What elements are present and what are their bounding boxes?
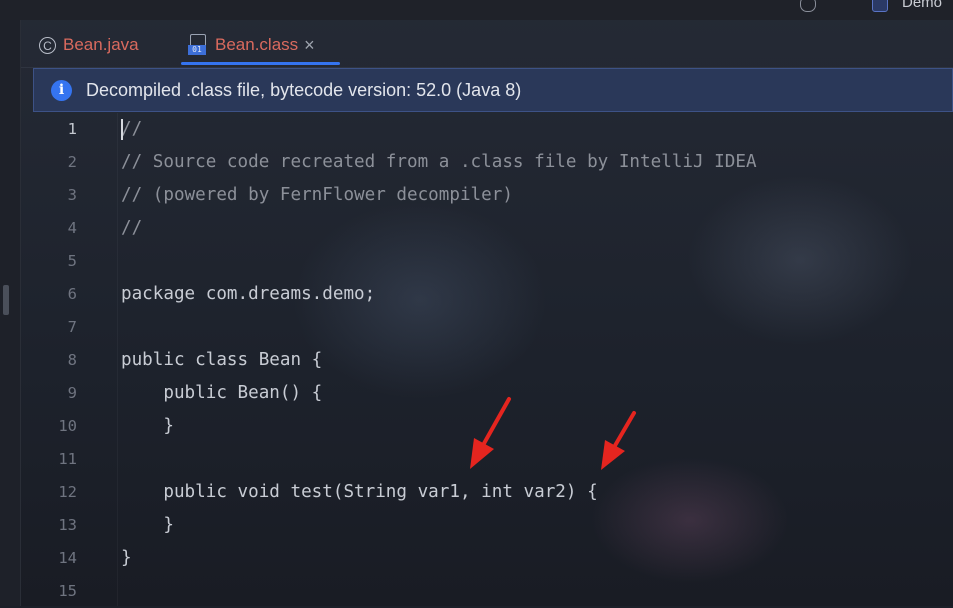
line-number[interactable]: 15 (21, 575, 77, 608)
code-text[interactable]: // (121, 212, 142, 245)
banner-text: Decompiled .class file, bytecode version… (86, 79, 522, 100)
code-text[interactable]: } (121, 410, 174, 443)
code-line[interactable]: 9 public Bean() { (21, 377, 953, 410)
java-class-icon: C (39, 36, 56, 54)
code-line[interactable]: 1 // (21, 113, 953, 146)
text-caret (121, 119, 123, 140)
editor-tab-bar: C Bean.java 01 Bean.class × (21, 20, 953, 68)
scroll-marker[interactable] (3, 285, 9, 315)
title-bar: Demo (0, 0, 953, 20)
code-text[interactable]: public class Bean { (121, 344, 322, 377)
line-number[interactable]: 4 (21, 212, 77, 245)
tab-label: Bean.java (63, 35, 139, 54)
code-line[interactable]: 4 // (21, 212, 953, 245)
line-number[interactable]: 11 (21, 443, 77, 476)
code-text[interactable]: public Bean() { (121, 377, 322, 410)
code-text[interactable]: // Source code recreated from a .class f… (121, 146, 757, 179)
code-line[interactable]: 2 // Source code recreated from a .class … (21, 146, 953, 179)
code-line[interactable]: 10 } (21, 410, 953, 443)
tab-bean-class[interactable]: 01 Bean.class × (188, 32, 315, 58)
close-icon[interactable]: × (304, 36, 315, 54)
tool-window-strip (0, 20, 21, 606)
code-text[interactable]: // (121, 113, 142, 146)
user-icon[interactable] (800, 0, 816, 12)
line-number[interactable]: 13 (21, 509, 77, 542)
code-line[interactable]: 3 // (powered by FernFlower decompiler) (21, 179, 953, 212)
line-number[interactable]: 1 (21, 113, 77, 146)
code-text[interactable]: } (121, 509, 174, 542)
info-icon: i (51, 79, 72, 101)
line-number[interactable]: 9 (21, 377, 77, 410)
tab-label: Bean.class (215, 35, 299, 54)
line-number[interactable]: 12 (21, 476, 77, 509)
code-text[interactable]: } (121, 542, 132, 575)
line-number[interactable]: 14 (21, 542, 77, 575)
code-text[interactable]: public void test(String var1, int var2) … (121, 476, 597, 509)
active-tab-indicator (181, 62, 340, 65)
line-number[interactable]: 2 (21, 146, 77, 179)
code-line[interactable]: 12 public void test(String var1, int var… (21, 476, 953, 509)
code-text[interactable]: // (powered by FernFlower decompiler) (121, 179, 513, 212)
code-text[interactable]: package com.dreams.demo; (121, 278, 375, 311)
code-editor[interactable]: 1 // 2 // Source code recreated from a .cla… (21, 113, 953, 606)
line-number[interactable]: 3 (21, 179, 77, 212)
code-line[interactable]: 15 (21, 575, 953, 608)
code-line[interactable]: 6 package com.dreams.demo; (21, 278, 953, 311)
project-label[interactable]: Demo (902, 0, 942, 11)
line-number[interactable]: 8 (21, 344, 77, 377)
code-line[interactable]: 5 (21, 245, 953, 278)
decompiled-notice-banner: i Decompiled .class file, bytecode versi… (33, 68, 953, 112)
line-number[interactable]: 5 (21, 245, 77, 278)
tab-bean-java[interactable]: C Bean.java (39, 32, 139, 58)
code-line[interactable]: 14} (21, 542, 953, 575)
code-line[interactable]: 11 (21, 443, 953, 476)
code-line[interactable]: 8 public class Bean { (21, 344, 953, 377)
line-number[interactable]: 10 (21, 410, 77, 443)
class-file-icon: 01 (188, 34, 208, 56)
project-icon[interactable] (872, 0, 888, 12)
line-number[interactable]: 7 (21, 311, 77, 344)
line-number[interactable]: 6 (21, 278, 77, 311)
code-line[interactable]: 7 (21, 311, 953, 344)
code-line[interactable]: 13 } (21, 509, 953, 542)
